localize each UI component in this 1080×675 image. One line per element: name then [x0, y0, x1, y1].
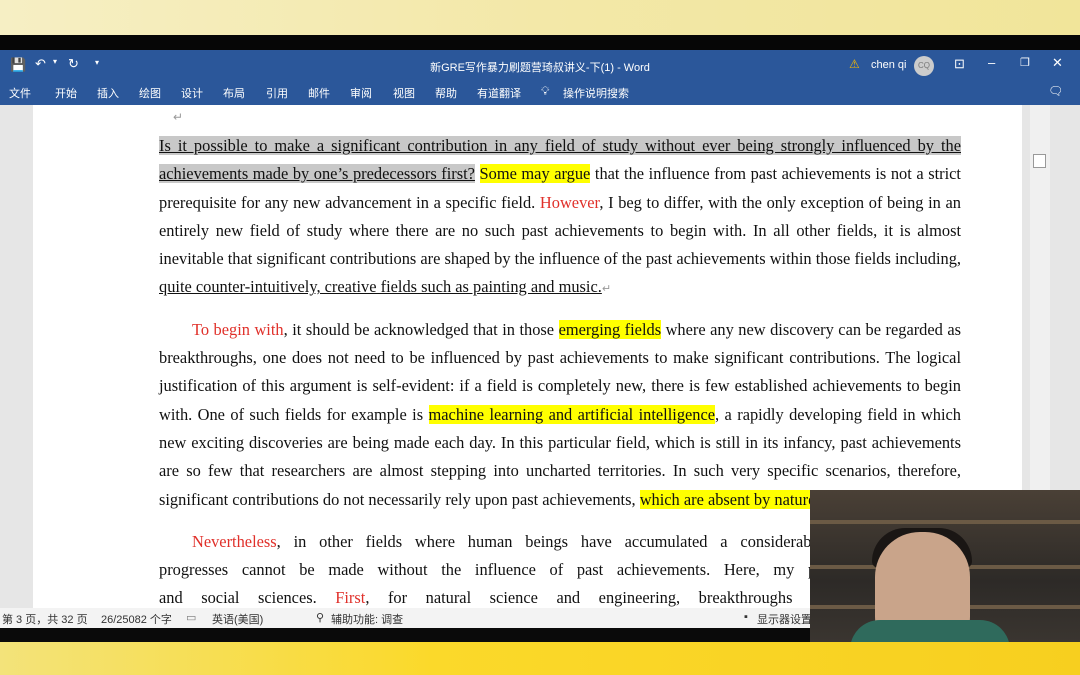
paragraph[interactable]: Is it possible to make a significant con…: [159, 132, 961, 302]
paragraph-mark: ↵: [173, 110, 184, 124]
paragraph[interactable]: To begin with, it should be acknowledged…: [159, 316, 961, 514]
text-run: that the influence from past achievement…: [590, 164, 961, 184]
menu-mailings[interactable]: 邮件: [308, 85, 330, 101]
menu-file[interactable]: 文件: [9, 85, 31, 101]
title-bar: 💾 ↶ ▾ ↻ ▾ 新GRE写作暴力刷题营琦叔讲义-下(1) - Word ⚠ …: [0, 50, 1080, 82]
text-line: quite counter-intuitively, creative fiel…: [159, 273, 961, 301]
text-line: To begin with, it should be acknowledged…: [159, 316, 961, 344]
text-run: Is it possible to make a significant con…: [159, 136, 961, 155]
text-line: new exciting discoveries are being made …: [159, 429, 961, 457]
accessibility-status[interactable]: 辅助功能: 调查: [331, 611, 403, 627]
text-line: achievements made by one’s predecessors …: [159, 160, 961, 188]
menu-insert[interactable]: 插入: [97, 85, 119, 101]
tell-me-search[interactable]: 操作说明搜索: [563, 85, 629, 101]
text-run: [475, 164, 480, 183]
menu-draw[interactable]: 绘图: [139, 85, 161, 101]
text-line: Is it possible to make a significant con…: [159, 132, 961, 160]
red-text: First: [335, 588, 366, 608]
highlighted-text: emerging fields: [558, 319, 662, 339]
page-count[interactable]: 第 3 页，共 32 页: [2, 611, 88, 627]
text-line: are so few that researchers are almost s…: [159, 457, 961, 485]
red-text: To begin with: [192, 319, 284, 339]
restore-icon[interactable]: ❐: [1020, 56, 1030, 69]
text-run: with. One of such fields for example is: [159, 404, 429, 424]
warning-icon[interactable]: ⚠: [849, 57, 860, 71]
avatar[interactable]: CQ: [914, 56, 934, 76]
menu-layout[interactable]: 布局: [223, 85, 245, 101]
text-line: with. One of such fields for example is …: [159, 401, 961, 429]
letterbox-top: [0, 35, 1080, 50]
menu-home[interactable]: 开始: [55, 85, 77, 101]
ribbon-menu: 文件 开始 插入 绘图 设计 布局 引用 邮件 审阅 视图 帮助 有道翻译 💡︎…: [0, 82, 1080, 105]
text-run: , it should be acknowledged that in thos…: [283, 319, 559, 339]
proofing-icon[interactable]: ▭: [186, 611, 196, 624]
text-line: prerequisite for any new advancement in …: [159, 189, 961, 217]
scrollbar-thumb[interactable]: [1033, 154, 1046, 168]
menu-help[interactable]: 帮助: [435, 85, 457, 101]
red-text: Nevertheless: [192, 531, 277, 551]
text-run: justification of this argument is self-e…: [159, 376, 961, 396]
video-background-bottom: [0, 642, 1080, 675]
word-count[interactable]: 26/25082 个字: [101, 611, 172, 627]
display-settings-icon: ▪: [744, 611, 748, 623]
highlighted-text: machine learning and artificial intellig…: [428, 404, 716, 424]
text-run: where any new discovery can be regarded …: [661, 319, 961, 339]
text-run: , I beg to differ, with the only excepti…: [599, 192, 961, 212]
text-run: , a rapidly developing field in which: [715, 404, 961, 424]
text-run: and social sciences.: [159, 588, 336, 608]
text-line: inevitable that significant contribution…: [159, 245, 961, 273]
text-line: entirely new field of study where there …: [159, 217, 961, 245]
text-run: significant contributions do not necessa…: [159, 489, 640, 509]
text-run: achievements made by one’s predecessors …: [159, 164, 475, 184]
comments-icon[interactable]: 🗨︎: [1048, 84, 1063, 98]
highlighted-text: which are absent by nature: [639, 489, 816, 509]
text-run: breakthroughs, one does not need to be i…: [159, 348, 961, 368]
minimize-icon[interactable]: –: [988, 55, 995, 70]
accessibility-icon: ⚲: [316, 612, 325, 624]
highlighted-text: Some may argue: [479, 164, 591, 184]
text-line: breakthroughs, one does not need to be i…: [159, 344, 961, 372]
text-run: prerequisite for any new advancement in …: [159, 192, 540, 212]
paragraph-mark: ↵: [601, 282, 612, 296]
display-settings[interactable]: 显示器设置: [757, 611, 812, 627]
text-line: justification of this argument is self-e…: [159, 372, 961, 400]
text-run: new exciting discoveries are being made …: [159, 432, 961, 452]
text-run: entirely new field of study where there …: [159, 220, 961, 240]
text-run: quite counter-intuitively, creative fiel…: [159, 277, 602, 297]
close-icon[interactable]: ✕: [1052, 55, 1063, 71]
webcam-overlay: [810, 490, 1080, 642]
menu-youdao-translate[interactable]: 有道翻译: [477, 85, 521, 101]
menu-view[interactable]: 视图: [393, 85, 415, 101]
menu-review[interactable]: 审阅: [350, 85, 372, 101]
user-name[interactable]: chen qi: [871, 59, 906, 71]
text-run: inevitable that significant contribution…: [159, 249, 961, 269]
ribbon-display-options-icon[interactable]: ⊡: [954, 56, 965, 72]
text-run: are so few that researchers are almost s…: [159, 461, 961, 481]
language[interactable]: 英语(美国): [212, 611, 263, 627]
video-background-top: [0, 0, 1080, 35]
red-text: However: [539, 192, 600, 212]
menu-references[interactable]: 引用: [266, 85, 288, 101]
lightbulb-icon: 💡︎: [541, 84, 550, 98]
menu-design[interactable]: 设计: [181, 85, 203, 101]
